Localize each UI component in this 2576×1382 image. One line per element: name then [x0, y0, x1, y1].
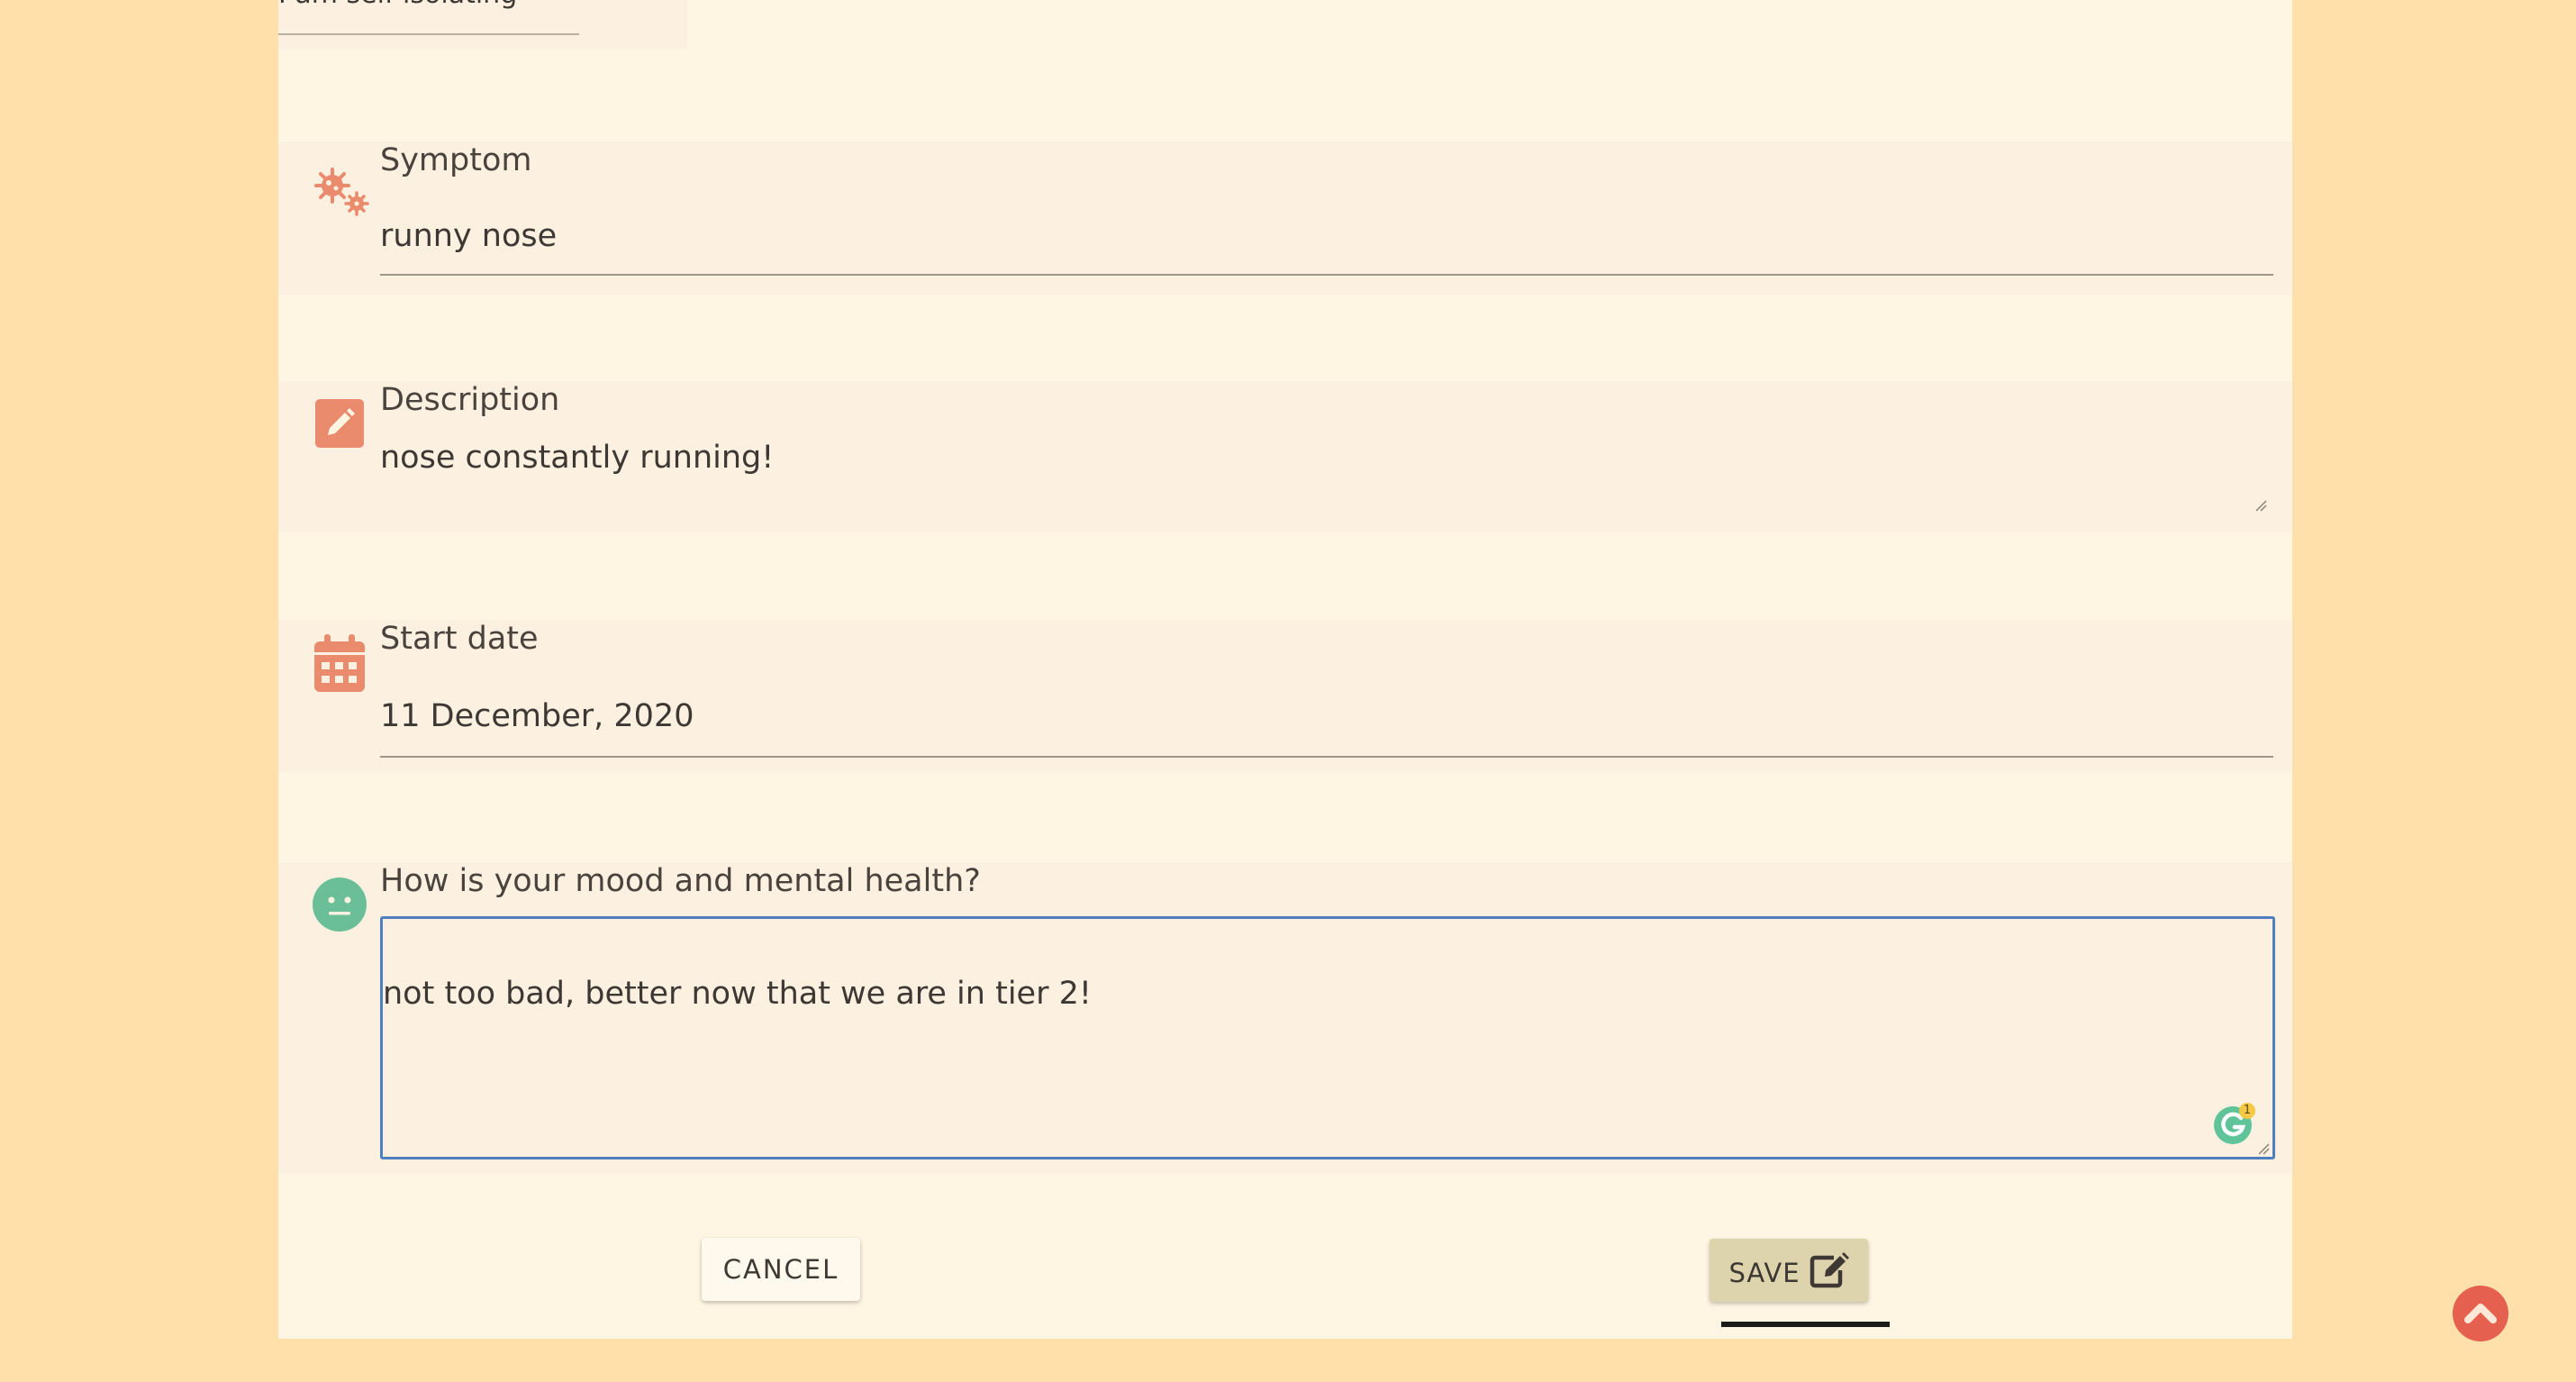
neutral-face-icon: [313, 877, 367, 935]
start-date-row: Start date 11 December, 2020: [278, 620, 2292, 773]
mood-textarea-value: not too bad, better now that we are in t…: [383, 976, 1092, 1012]
symptom-underline: [380, 274, 2273, 276]
virus-icon: [304, 152, 376, 228]
grammarly-button[interactable]: 1: [2213, 1102, 2256, 1145]
start-date-underline: [380, 756, 2273, 758]
description-resize-handle[interactable]: [2254, 498, 2267, 512]
save-focus-indicator: [1721, 1322, 1890, 1327]
save-button[interactable]: SAVE: [1710, 1239, 1868, 1302]
symptom-input[interactable]: runny nose: [380, 217, 557, 255]
mood-row: How is your mood and mental health? not …: [278, 862, 2292, 1173]
description-textarea[interactable]: nose constantly running!: [380, 439, 774, 477]
save-button-label: SAVE: [1728, 1258, 1800, 1288]
start-date-label: Start date: [380, 621, 539, 657]
description-row: Description nose constantly running!: [278, 381, 2292, 532]
scroll-to-top-button[interactable]: [2453, 1286, 2508, 1341]
start-date-input[interactable]: 11 December, 2020: [380, 697, 694, 735]
symptom-label: Symptom: [380, 142, 532, 178]
mood-textarea[interactable]: not too bad, better now that we are in t…: [380, 916, 2275, 1159]
cancel-button-label: CANCEL: [722, 1254, 839, 1285]
mood-resize-handle[interactable]: [2257, 1141, 2270, 1155]
cancel-button[interactable]: CANCEL: [702, 1238, 860, 1301]
mood-label: How is your mood and mental health?: [380, 863, 981, 899]
self-isolating-value: I am self isolating: [278, 0, 517, 11]
chevron-up-icon: [2464, 1304, 2497, 1323]
pencil-square-icon: [315, 399, 364, 451]
calendar-icon: [314, 634, 365, 696]
grammarly-badge: 1: [2243, 1104, 2252, 1117]
self-isolating-underline: [278, 33, 579, 35]
symptom-row: Symptom runny nose: [278, 141, 2292, 295]
description-label: Description: [380, 382, 560, 418]
edit-icon: [1810, 1252, 1849, 1288]
